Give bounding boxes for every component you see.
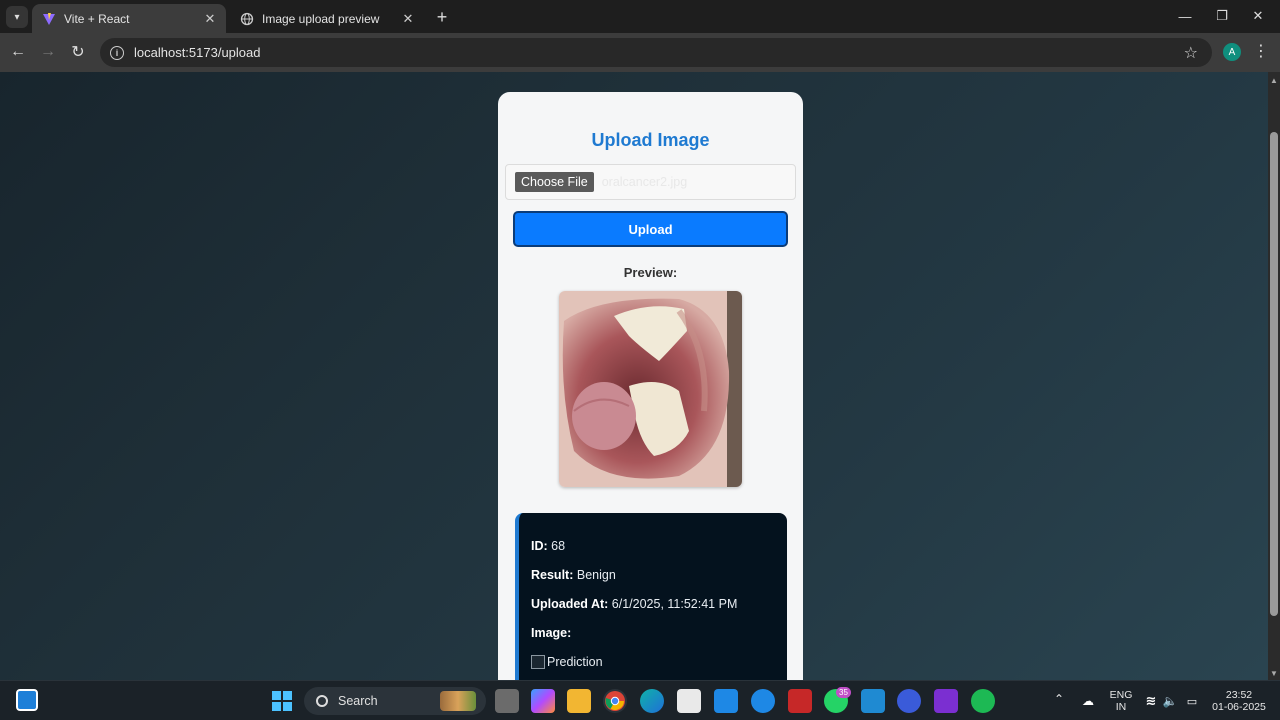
result-uploaded-row: Uploaded At: 6/1/2025, 11:52:41 PM (531, 597, 738, 611)
file-input[interactable]: Choose File oralcancer2.jpg (505, 164, 796, 200)
volume-icon[interactable]: 🔈 (1161, 689, 1179, 713)
result-image-row: Image: (531, 626, 572, 640)
tab-image-upload-preview[interactable]: Image upload preview ✕ (230, 4, 424, 33)
search-highlight-icon (440, 691, 476, 711)
tab-vite-react[interactable]: Vite + React ✕ (32, 4, 226, 33)
intellij-icon[interactable] (934, 689, 958, 713)
result-id-row: ID: 68 (531, 539, 566, 553)
microsoft-store-icon[interactable] (677, 689, 701, 713)
clock[interactable]: 23:52 01-06-2025 (1208, 689, 1270, 713)
task-view-icon[interactable] (495, 689, 519, 713)
widgets-icon[interactable] (16, 689, 38, 711)
uploaded-at-value: 6/1/2025, 11:52:41 PM (611, 597, 738, 611)
upload-button[interactable]: Upload (513, 211, 788, 247)
search-icon (316, 695, 328, 707)
mcafee-icon[interactable] (788, 689, 812, 713)
tab-search-button[interactable]: ▾ (6, 6, 28, 28)
new-tab-button[interactable]: + (432, 7, 452, 27)
language-indicator[interactable]: ENG IN (1108, 689, 1134, 713)
close-window-icon[interactable]: ✕ (1243, 5, 1273, 27)
prediction-result-card: ID: 68 Result: Benign Uploaded At: 6/1/2… (515, 513, 787, 680)
browser-toolbar: ← → ↻ i localhost:5173/upload ☆ A ⋮ (0, 33, 1280, 72)
windows-taskbar: Search 35 ⌃ ☁ ENG IN ≋ 🔈 ▭ 23:52 01-06-2… (0, 680, 1280, 720)
back-icon[interactable]: ← (7, 41, 29, 63)
choose-file-button[interactable]: Choose File (515, 172, 594, 192)
menu-icon[interactable]: ⋮ (1253, 41, 1269, 63)
url-text[interactable]: localhost:5173/upload (134, 45, 261, 60)
bookmark-star-icon[interactable]: ☆ (1184, 43, 1198, 63)
scroll-up-icon[interactable]: ▲ (1268, 74, 1280, 86)
file-explorer-icon[interactable] (567, 689, 591, 713)
search-placeholder: Search (338, 694, 378, 708)
webex-icon[interactable] (897, 689, 921, 713)
wifi-icon[interactable]: ≋ (1142, 689, 1160, 713)
restore-icon[interactable]: ❐ (1207, 5, 1237, 27)
reload-icon[interactable]: ↻ (67, 41, 89, 63)
vscode-icon[interactable] (861, 689, 885, 713)
scroll-down-icon[interactable]: ▼ (1268, 667, 1280, 679)
page-title: Upload Image (591, 130, 710, 150)
close-tab-icon[interactable]: ✕ (400, 11, 416, 27)
chrome-icon[interactable] (603, 689, 627, 713)
spotify-icon[interactable] (971, 689, 995, 713)
scrollbar-thumb[interactable] (1270, 132, 1278, 616)
minimize-icon[interactable]: — (1170, 5, 1200, 27)
help-icon[interactable] (751, 689, 775, 713)
mysql-icon[interactable] (714, 689, 738, 713)
prediction-image: Prediction (531, 655, 787, 669)
preview-image (559, 291, 742, 487)
broken-image-icon (531, 655, 545, 669)
tray-overflow-icon[interactable]: ⌃ (1054, 693, 1064, 705)
edge-icon[interactable] (640, 689, 664, 713)
whatsapp-badge: 35 (836, 687, 851, 698)
profile-avatar[interactable]: A (1223, 43, 1241, 61)
result-value: Benign (576, 568, 616, 582)
close-tab-icon[interactable]: ✕ (202, 11, 218, 27)
preview-label: Preview: (623, 265, 678, 280)
tab-title: Vite + React (64, 11, 130, 26)
site-info-icon[interactable]: i (110, 45, 124, 60)
start-icon[interactable] (270, 689, 294, 713)
upload-card: Upload Image Choose File oralcancer2.jpg… (498, 92, 803, 680)
copilot-icon[interactable] (531, 689, 555, 713)
address-bar[interactable]: i localhost:5173/upload ☆ (100, 38, 1212, 67)
onedrive-icon[interactable]: ☁ (1078, 689, 1098, 713)
globe-icon (240, 12, 254, 26)
result-result-row: Result: Benign (531, 568, 616, 582)
result-id-value: 68 (551, 539, 566, 553)
forward-icon[interactable]: → (37, 41, 59, 63)
vite-icon (42, 12, 56, 26)
prediction-image-alt: Prediction (547, 655, 603, 669)
browser-tab-bar: ▾ Vite + React ✕ Image upload preview ✕ … (0, 0, 1280, 33)
page-viewport: Upload Image Choose File oralcancer2.jpg… (0, 72, 1268, 680)
taskbar-search[interactable]: Search (304, 687, 486, 715)
tab-title: Image upload preview (262, 11, 380, 26)
battery-icon[interactable]: ▭ (1182, 689, 1202, 713)
selected-file-name: oralcancer2.jpg (601, 175, 688, 189)
